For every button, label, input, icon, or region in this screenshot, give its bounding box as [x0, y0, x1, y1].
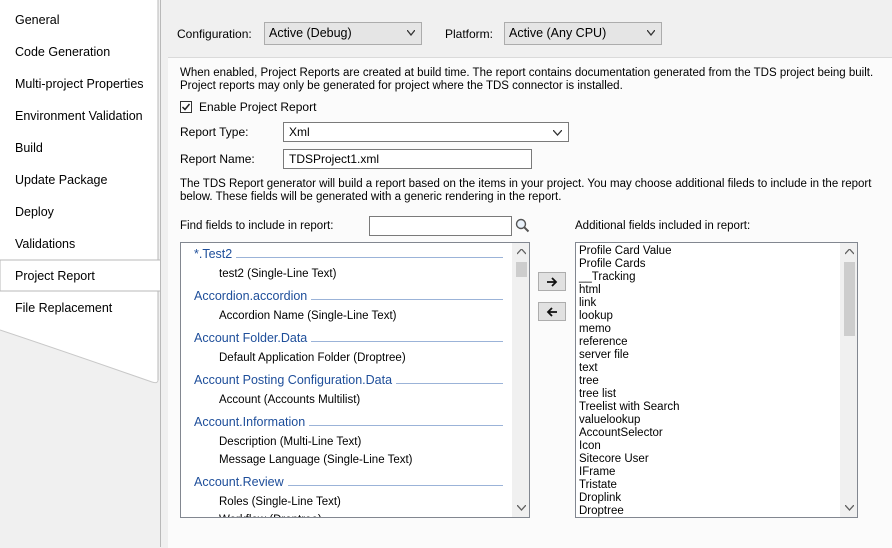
nav-item-validations[interactable]: Validations — [15, 235, 75, 253]
generator-description-line2: below. These fields will be generated wi… — [180, 191, 562, 203]
nav-item-deploy[interactable]: Deploy — [15, 203, 54, 221]
additional-field-item[interactable]: Profile Card Value — [579, 245, 671, 258]
template-field-item[interactable]: Account (Accounts Multilist) — [219, 394, 360, 406]
report-description-line2: Project reports may only be generated fo… — [180, 80, 623, 92]
fields-scrollbar-thumb[interactable] — [844, 262, 855, 336]
additional-field-item[interactable]: Droptree — [579, 505, 624, 517]
template-fields-list[interactable]: *.Test2 test2 (Single-Line Text) Accordion… — [180, 242, 530, 518]
configuration-dropdown[interactable]: Active (Debug) — [264, 22, 422, 45]
remove-field-button[interactable] — [538, 302, 566, 321]
configuration-value: Active (Debug) — [269, 26, 352, 40]
template-group-header[interactable]: Account.Information — [194, 415, 305, 429]
arrow-left-icon — [546, 307, 557, 317]
report-type-value: Xml — [289, 125, 310, 139]
additional-field-item[interactable]: Treelist with Search — [579, 401, 680, 414]
template-scrollbar-thumb[interactable] — [516, 262, 527, 277]
additional-field-item[interactable]: tree list — [579, 388, 616, 401]
scroll-down-icon[interactable] — [517, 505, 526, 511]
platform-dropdown[interactable]: Active (Any CPU) — [504, 22, 662, 45]
additional-field-item[interactable]: __Tracking — [579, 271, 635, 284]
platform-label: Platform: — [445, 27, 494, 41]
scroll-up-icon[interactable] — [517, 249, 526, 255]
search-icon[interactable] — [515, 218, 530, 233]
additional-field-item[interactable]: server file — [579, 349, 629, 362]
platform-value: Active (Any CPU) — [509, 26, 607, 40]
report-type-dropdown[interactable]: Xml — [283, 122, 569, 142]
additional-field-item[interactable]: valuelookup — [579, 414, 640, 427]
report-name-label: Report Name: — [180, 152, 255, 166]
additional-field-item[interactable]: html — [579, 284, 601, 297]
template-group-header[interactable]: Account.Review — [194, 475, 284, 489]
chevron-down-icon — [407, 30, 415, 36]
template-field-item[interactable]: Description (Multi-Line Text) — [219, 436, 361, 448]
additional-field-item[interactable]: Droplink — [579, 492, 621, 505]
template-group-header[interactable]: *.Test2 — [194, 247, 232, 261]
template-field-item[interactable]: Accordion Name (Single-Line Text) — [219, 310, 396, 322]
group-divider — [236, 257, 503, 258]
additional-field-item[interactable]: Tristate — [579, 479, 617, 492]
arrow-right-icon — [547, 277, 558, 287]
chevron-down-icon — [553, 130, 562, 136]
find-fields-label: Find fields to include in report: — [180, 220, 334, 232]
chevron-down-icon — [647, 30, 655, 36]
template-group-header[interactable]: Account Posting Configuration.Data — [194, 373, 392, 387]
project-report-panel: Configuration: Active (Debug) Platform: … — [160, 0, 892, 548]
additional-field-item[interactable]: IFrame — [579, 466, 615, 479]
report-description-line1: When enabled, Project Reports are create… — [180, 67, 874, 79]
scroll-down-icon[interactable] — [845, 505, 854, 511]
nav-item-file-replacement[interactable]: File Replacement — [15, 299, 112, 317]
group-divider — [311, 299, 503, 300]
template-field-item[interactable]: Default Application Folder (Droptree) — [219, 352, 406, 364]
additional-field-item[interactable]: text — [579, 362, 598, 375]
group-divider — [309, 425, 503, 426]
settings-navigation: General Code Generation Multi-project Prop… — [0, 0, 161, 547]
template-list-scrollbar[interactable] — [512, 243, 529, 517]
additional-field-item[interactable]: link — [579, 297, 596, 310]
template-field-item[interactable]: test2 (Single-Line Text) — [219, 268, 336, 280]
additional-field-item[interactable]: Profile Cards — [579, 258, 645, 271]
template-group-header[interactable]: Accordion.accordion — [194, 289, 307, 303]
template-group-header[interactable]: Account Folder.Data — [194, 331, 307, 345]
generator-description-line1: The TDS Report generator will build a re… — [180, 178, 872, 190]
enable-report-label: Enable Project Report — [199, 100, 317, 114]
add-field-button[interactable] — [538, 272, 566, 291]
nav-item-multi-project-properties[interactable]: Multi-project Properties — [15, 75, 144, 93]
nav-item-update-package[interactable]: Update Package — [15, 171, 107, 189]
group-divider — [396, 383, 503, 384]
nav-item-general[interactable]: General — [15, 11, 59, 29]
additional-fields-list[interactable]: Profile Card Value Profile Cards __Trackin… — [575, 242, 858, 518]
enable-report-checkbox[interactable] — [180, 101, 192, 113]
template-field-item[interactable]: Message Language (Single-Line Text) — [219, 454, 413, 466]
nav-item-environment-validation[interactable]: Environment Validation — [15, 107, 143, 125]
additional-field-item[interactable]: AccountSelector — [579, 427, 663, 440]
report-type-label: Report Type: — [180, 125, 249, 139]
scroll-up-icon[interactable] — [845, 249, 854, 255]
fields-list-scrollbar[interactable] — [840, 243, 857, 517]
find-fields-input[interactable] — [369, 216, 512, 236]
additional-field-item[interactable]: Icon — [579, 440, 601, 453]
additional-field-item[interactable]: lookup — [579, 310, 613, 323]
nav-item-project-report[interactable]: Project Report — [15, 267, 95, 285]
template-field-item[interactable]: Roles (Single-Line Text) — [219, 496, 341, 508]
group-divider — [288, 485, 503, 486]
nav-item-code-generation[interactable]: Code Generation — [15, 43, 110, 61]
checkmark-icon — [181, 103, 191, 111]
additional-field-item[interactable]: memo — [579, 323, 611, 336]
nav-item-build[interactable]: Build — [15, 139, 43, 157]
additional-fields-label: Additional fields included in report: — [575, 220, 751, 232]
additional-field-item[interactable]: Sitecore User — [579, 453, 649, 466]
group-divider — [311, 341, 503, 342]
additional-field-item[interactable]: reference — [579, 336, 628, 349]
additional-field-item[interactable]: tree — [579, 375, 599, 388]
template-field-item[interactable]: Workflow (Droptree) — [219, 514, 322, 517]
configuration-label: Configuration: — [177, 27, 252, 41]
report-settings-area: When enabled, Project Reports are create… — [168, 57, 892, 548]
report-name-input[interactable]: TDSProject1.xml — [283, 149, 532, 169]
